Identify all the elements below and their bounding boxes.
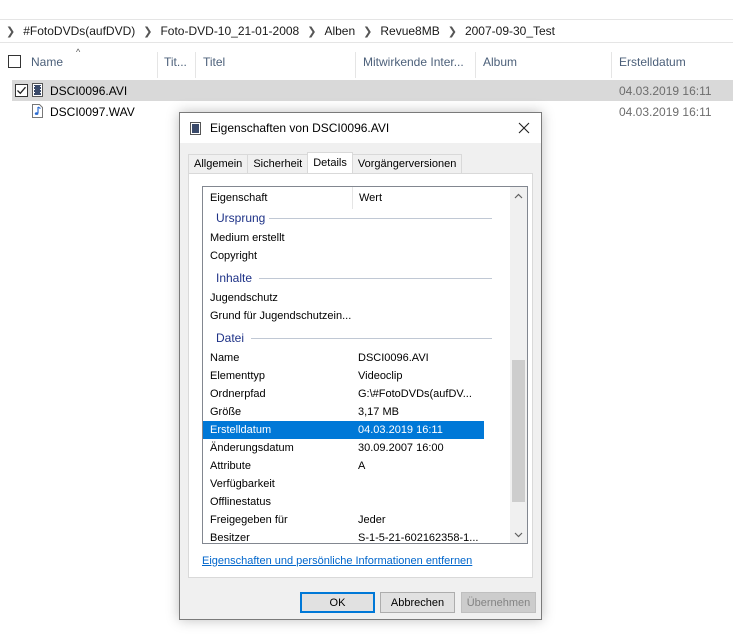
column-erstelldatum[interactable]: Erstelldatum	[619, 46, 729, 78]
property-row[interactable]: Freigegeben für Jeder	[203, 511, 513, 529]
property-row[interactable]: Verfügbarkeit	[203, 475, 513, 493]
property-row[interactable]: Jugendschutz	[203, 289, 513, 307]
ok-button[interactable]: OK	[300, 592, 375, 613]
chevron-right-icon: ❯	[143, 25, 153, 38]
breadcrumb-item[interactable]: Revue8MB	[378, 24, 441, 38]
close-button[interactable]	[513, 117, 535, 139]
header-value[interactable]: Wert	[359, 192, 382, 204]
cancel-button[interactable]: Abbrechen	[380, 592, 455, 613]
breadcrumb-item[interactable]: Foto-DVD-10_21-01-2008	[158, 24, 301, 38]
breadcrumb-item[interactable]: Alben	[322, 24, 357, 38]
property-row[interactable]: Name DSCI0096.AVI	[203, 349, 513, 367]
tab-details[interactable]: Details	[307, 152, 353, 173]
property-row[interactable]: Grund für Jugendschutzein...	[203, 307, 513, 325]
breadcrumb-item[interactable]: 2007-09-30_Test	[463, 24, 557, 38]
dialog-title: Eigenschaften von DSCI0096.AVI	[210, 121, 390, 135]
group-separator	[269, 218, 492, 219]
dialog-tabs: Allgemein Sicherheit Details Vorgängerve…	[188, 152, 463, 173]
group-separator	[259, 278, 492, 279]
chevron-right-icon: ❯	[6, 25, 16, 38]
sort-up-icon: ^	[76, 47, 81, 57]
checkmark-icon	[17, 86, 26, 95]
column-divider[interactable]	[611, 52, 612, 78]
close-icon	[518, 122, 530, 134]
property-row[interactable]: Attribute A	[203, 457, 513, 475]
property-row[interactable]: Größe 3,17 MB	[203, 403, 513, 421]
video-file-icon	[190, 122, 201, 135]
property-row[interactable]: Offlinestatus	[203, 493, 513, 511]
breadcrumb-item[interactable]: #FotoDVDs(aufDVD)	[21, 24, 137, 38]
property-row[interactable]: Medium erstellt	[203, 229, 513, 247]
property-row[interactable]: Copyright	[203, 247, 513, 265]
apply-button[interactable]: Übernehmen	[461, 592, 536, 613]
property-row[interactable]: Änderungsdatum 30.09.2007 16:00	[203, 439, 513, 457]
tab-allgemein[interactable]: Allgemein	[188, 154, 249, 173]
chevron-right-icon: ❯	[363, 25, 373, 38]
details-panel: Eigenschaft Wert Ursprung Medium erstell…	[188, 173, 533, 578]
property-list[interactable]: Eigenschaft Wert Ursprung Medium erstell…	[202, 186, 528, 544]
dialog-titlebar[interactable]: Eigenschaften von DSCI0096.AVI	[180, 113, 541, 143]
chevron-down-icon	[514, 532, 523, 537]
file-date: 04.03.2019 16:11	[619, 83, 712, 98]
column-header: Name ^ Tit... Titel Mitwirkende Inter...…	[0, 46, 733, 78]
column-name[interactable]: Name	[31, 46, 156, 78]
column-divider[interactable]	[157, 52, 158, 78]
column-titel[interactable]: Titel	[203, 46, 353, 78]
group-separator	[251, 338, 492, 339]
header-property[interactable]: Eigenschaft	[210, 192, 267, 204]
property-row-selected[interactable]: Erstelldatum 04.03.2019 16:11	[203, 421, 484, 439]
audio-file-icon	[32, 104, 43, 118]
chevron-right-icon: ❯	[447, 25, 457, 38]
column-album[interactable]: Album	[483, 46, 603, 78]
property-list-header: Eigenschaft Wert	[203, 187, 513, 209]
select-all-checkbox[interactable]	[8, 55, 21, 68]
column-divider[interactable]	[475, 52, 476, 78]
group-datei: Datei	[203, 329, 513, 347]
vertical-scrollbar[interactable]	[510, 187, 527, 543]
chevron-right-icon: ❯	[307, 25, 317, 38]
column-tit[interactable]: Tit...	[164, 46, 196, 78]
column-divider[interactable]	[352, 187, 353, 209]
address-bar[interactable]: ❯ #FotoDVDs(aufDVD) ❯ Foto-DVD-10_21-01-…	[0, 19, 733, 43]
file-row[interactable]: DSCI0096.AVI 04.03.2019 16:11	[12, 80, 733, 101]
scroll-thumb[interactable]	[512, 360, 525, 502]
properties-dialog: Eigenschaften von DSCI0096.AVI Allgemein…	[179, 112, 542, 620]
chevron-up-icon	[514, 193, 523, 198]
video-file-icon	[32, 83, 43, 97]
row-checkbox[interactable]	[15, 84, 28, 97]
property-row[interactable]: Elementtyp Videoclip	[203, 367, 513, 385]
property-row[interactable]: Ordnerpfad G:\#FotoDVDs(aufDV...	[203, 385, 513, 403]
group-inhalte: Inhalte	[203, 269, 513, 287]
scroll-up-button[interactable]	[510, 187, 527, 204]
file-name: DSCI0096.AVI	[50, 83, 128, 98]
column-divider[interactable]	[195, 52, 196, 78]
property-row[interactable]: Besitzer S-1-5-21-602162358-1...	[203, 529, 513, 543]
group-ursprung: Ursprung	[203, 209, 513, 227]
file-name: DSCI0097.WAV	[50, 104, 135, 119]
scroll-down-button[interactable]	[510, 526, 527, 543]
column-divider[interactable]	[355, 52, 356, 78]
file-date: 04.03.2019 16:11	[619, 104, 712, 119]
tab-sicherheit[interactable]: Sicherheit	[247, 154, 309, 173]
tab-vorgaengerversionen[interactable]: Vorgängerversionen	[351, 154, 463, 173]
column-mitwirkende[interactable]: Mitwirkende Inter...	[363, 46, 473, 78]
remove-properties-link[interactable]: Eigenschaften und persönliche Informatio…	[202, 555, 472, 567]
